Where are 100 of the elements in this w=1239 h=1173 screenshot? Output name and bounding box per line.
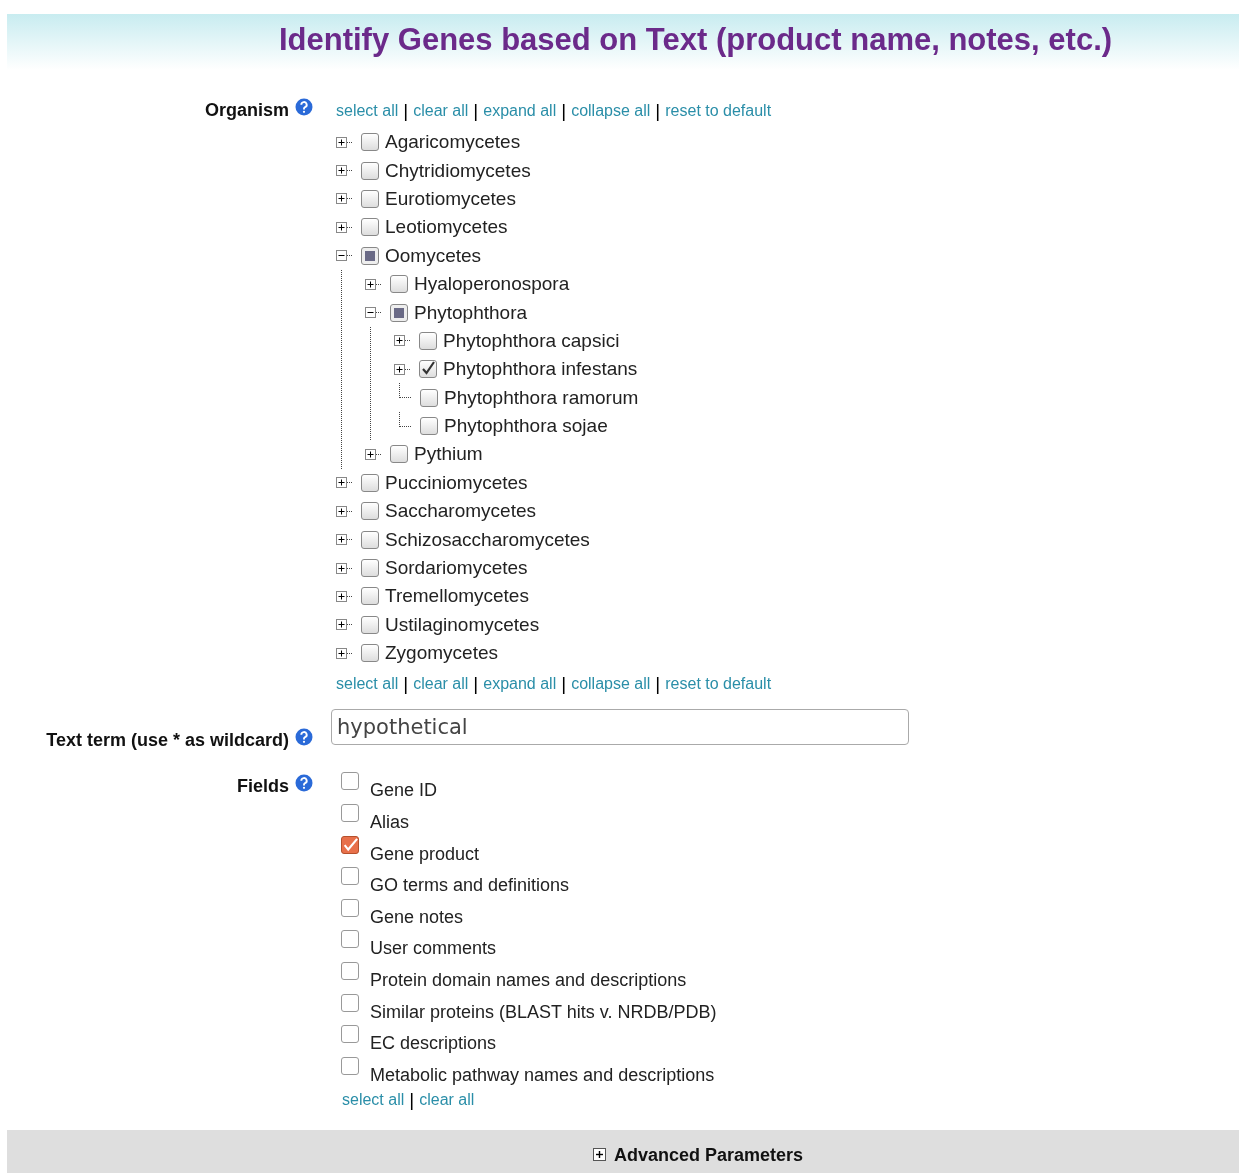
checkbox-label[interactable]: Alias: [370, 812, 409, 833]
checkbox[interactable]: [341, 867, 359, 886]
checkbox[interactable]: [361, 587, 379, 606]
checkbox[interactable]: [361, 161, 379, 180]
checkbox[interactable]: [361, 644, 379, 663]
text-link[interactable]: collapse all: [571, 675, 651, 694]
checkbox[interactable]: [420, 417, 438, 436]
checkbox[interactable]: [420, 388, 438, 407]
checkbox[interactable]: [419, 360, 437, 379]
expand-icon[interactable]: [336, 619, 347, 631]
checkbox[interactable]: [341, 835, 359, 854]
link-separator: |: [655, 673, 661, 696]
checkbox[interactable]: [341, 772, 359, 791]
expand-icon[interactable]: [336, 590, 347, 602]
tree-item-label[interactable]: Leotiomycetes: [385, 216, 508, 239]
expand-icon[interactable]: [365, 278, 376, 290]
tree-item-label[interactable]: Pythium: [414, 443, 483, 466]
help-icon[interactable]: [295, 728, 313, 747]
text-link[interactable]: clear all: [419, 1091, 475, 1110]
checkbox[interactable]: [361, 246, 379, 265]
checkbox[interactable]: [361, 189, 379, 208]
checkbox-label[interactable]: User comments: [370, 938, 497, 960]
tree-item-label[interactable]: Phytophthora ramorum: [444, 386, 639, 409]
checkbox[interactable]: [361, 615, 379, 634]
checkbox-label[interactable]: EC descriptions: [370, 1033, 497, 1055]
checkbox[interactable]: [361, 133, 379, 152]
checkbox[interactable]: [341, 1025, 359, 1044]
collapse-icon[interactable]: [336, 250, 347, 262]
tree-item-label[interactable]: Oomycetes: [385, 244, 482, 267]
checkbox[interactable]: [419, 331, 437, 350]
text-link[interactable]: select all: [336, 102, 399, 120]
help-icon[interactable]: [295, 98, 313, 116]
text-link[interactable]: reset to default: [665, 675, 772, 694]
expand-icon[interactable]: [336, 562, 347, 574]
checkbox[interactable]: [390, 275, 408, 294]
checkbox-label[interactable]: Gene ID: [370, 780, 438, 802]
checkbox[interactable]: [341, 898, 359, 917]
expand-icon[interactable]: [336, 193, 347, 205]
expand-icon[interactable]: [336, 505, 347, 517]
checkbox[interactable]: [361, 473, 379, 492]
text-link[interactable]: select all: [342, 1091, 405, 1110]
tree-item-label[interactable]: Eurotiomycetes: [385, 187, 516, 210]
text-link[interactable]: clear all: [413, 675, 469, 694]
tree-item-label[interactable]: Phytophthora: [414, 301, 528, 324]
checkbox[interactable]: [361, 218, 379, 237]
collapse-icon[interactable]: [365, 307, 376, 319]
expand-icon[interactable]: [394, 363, 405, 375]
expand-icon[interactable]: [336, 165, 347, 177]
checkbox-label[interactable]: Similar proteins (BLAST hits v. NRDB/PDB): [370, 1001, 717, 1023]
field-label: Text term (use * as wildcard): [46, 729, 289, 751]
checkbox[interactable]: [341, 993, 359, 1012]
checkbox[interactable]: [390, 445, 408, 464]
checkbox-label[interactable]: Gene notes: [370, 906, 464, 928]
checkbox-label[interactable]: Gene product: [370, 843, 480, 865]
checkbox[interactable]: [341, 804, 359, 822]
checkbox-label[interactable]: GO terms and definitions: [370, 875, 570, 897]
link-separator: |: [403, 100, 409, 122]
link-separator: |: [473, 100, 479, 122]
help-icon[interactable]: [295, 774, 313, 793]
checkbox-label[interactable]: Metabolic pathway names and descriptions: [370, 1064, 715, 1086]
expand-icon[interactable]: [365, 449, 376, 460]
expand-icon[interactable]: [336, 534, 347, 546]
field-label: Fields: [237, 775, 289, 797]
link-separator: |: [561, 100, 567, 122]
expand-icon[interactable]: [336, 477, 347, 489]
advanced-parameters-bar[interactable]: Advanced Parameters: [7, 1130, 1239, 1173]
text-link[interactable]: select all: [336, 675, 399, 694]
checkbox[interactable]: [361, 530, 379, 549]
tree-item-label[interactable]: Saccharomycetes: [385, 500, 536, 523]
tree-item-label[interactable]: Chytridiomycetes: [385, 159, 531, 182]
expand-icon[interactable]: [336, 647, 347, 659]
checkbox[interactable]: [341, 962, 359, 980]
expand-icon[interactable]: [336, 221, 347, 233]
expand-icon[interactable]: [394, 335, 405, 347]
tree-item-label[interactable]: Schizosaccharomycetes: [385, 528, 590, 551]
tree-item-label[interactable]: Phytophthora infestans: [443, 358, 638, 381]
tree-item-label[interactable]: Zygomycetes: [385, 642, 498, 665]
expand-icon[interactable]: [336, 136, 347, 148]
checkbox[interactable]: [341, 1056, 359, 1075]
checkbox[interactable]: [390, 303, 408, 322]
link-separator: |: [473, 673, 479, 696]
text-link[interactable]: expand all: [483, 102, 557, 120]
checkbox[interactable]: [361, 502, 379, 521]
tree-item-label[interactable]: Sordariomycetes: [385, 557, 528, 580]
tree-item-label[interactable]: Phytophthora capsici: [443, 329, 620, 352]
checkbox[interactable]: [361, 559, 379, 578]
tree-item-label[interactable]: Phytophthora sojae: [444, 415, 608, 438]
link-separator: |: [403, 673, 409, 696]
tree-item-label[interactable]: Agaricomycetes: [385, 131, 521, 154]
text-link[interactable]: clear all: [413, 102, 469, 120]
checkbox[interactable]: [341, 930, 359, 949]
text-link[interactable]: reset to default: [665, 102, 772, 120]
tree-item-label[interactable]: Pucciniomycetes: [385, 471, 528, 494]
tree-item-label[interactable]: Tremellomycetes: [385, 585, 529, 608]
checkbox-label[interactable]: Protein domain names and descriptions: [370, 970, 687, 991]
text-term-input[interactable]: hypothetical: [331, 709, 909, 746]
tree-item-label[interactable]: Hyaloperonospora: [414, 273, 570, 296]
text-link[interactable]: expand all: [483, 675, 557, 694]
text-link[interactable]: collapse all: [571, 102, 651, 120]
tree-item-label[interactable]: Ustilaginomycetes: [385, 613, 540, 636]
